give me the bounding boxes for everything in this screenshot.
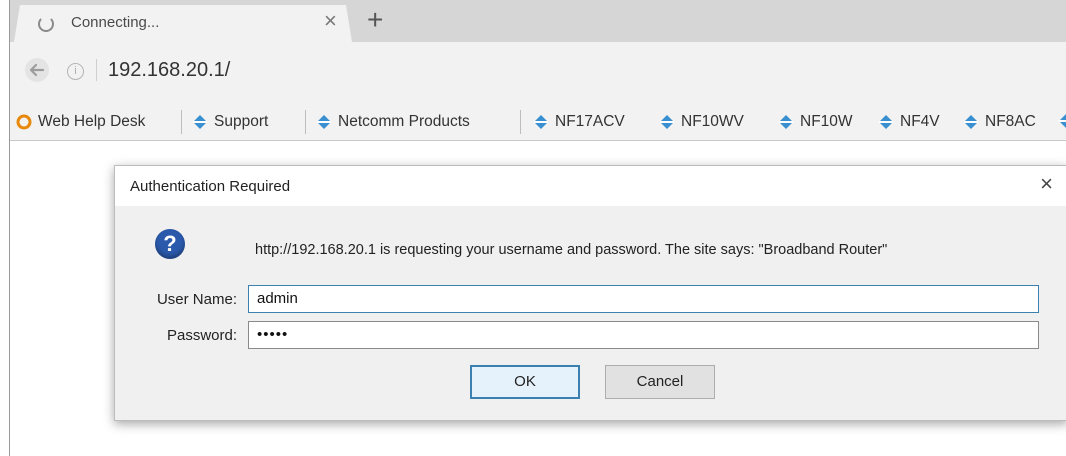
dialog-message: http://192.168.20.1 is requesting your u… [255, 242, 888, 258]
netcomm-icon [193, 115, 207, 129]
bookmark-label: NF8AC [985, 113, 1036, 130]
ok-button[interactable]: OK [470, 365, 580, 399]
password-field[interactable]: ••••• [248, 321, 1039, 349]
netcomm-icon [879, 115, 893, 129]
bookmark-netcomm-products[interactable]: Netcomm Products [316, 111, 470, 133]
dialog-title: Authentication Required [130, 178, 291, 195]
username-field[interactable]: admin [248, 285, 1039, 313]
bookmark-support[interactable]: Support [192, 111, 268, 133]
bookmark-separator [181, 110, 182, 134]
netcomm-icon [534, 115, 548, 129]
auth-dialog: Authentication Required × ? http://192.1… [114, 165, 1066, 421]
question-icon: ? [155, 229, 185, 259]
bookmark-nf4v[interactable]: NF4V [878, 111, 940, 133]
orange-ring-icon [16, 114, 32, 130]
bookmark-label: NF4V [900, 113, 940, 130]
tab-title: Connecting... [71, 14, 160, 31]
tab-strip: Connecting... × + [10, 0, 1066, 42]
bookmarks-bar: Web Help Desk Support Netcomm Products N… [10, 102, 1066, 141]
dialog-close-icon[interactable]: × [1040, 173, 1053, 195]
tab-active[interactable]: Connecting... × [14, 5, 352, 42]
bookmark-label: NF10WV [681, 113, 744, 130]
info-icon[interactable]: i [67, 63, 84, 80]
username-label: User Name: [156, 291, 237, 308]
bookmark-separator [305, 110, 306, 134]
url-separator [96, 59, 97, 81]
bookmark-nf10wv[interactable]: NF10WV [659, 111, 744, 133]
bookmark-web-help-desk[interactable]: Web Help Desk [16, 111, 145, 133]
tab-close-icon[interactable]: × [324, 10, 337, 32]
bookmark-nf10w[interactable]: NF10W [778, 111, 853, 133]
bookmark-label: Web Help Desk [38, 113, 146, 130]
address-toolbar: i 192.168.20.1/ [10, 42, 1066, 102]
bookmark-label: NF17ACV [555, 113, 625, 130]
bookmark-nf17acv[interactable]: NF17ACV [533, 111, 625, 133]
dialog-header: Authentication Required × [115, 166, 1066, 206]
netcomm-icon [964, 115, 978, 129]
bookmark-label: Support [214, 113, 269, 130]
new-tab-button[interactable]: + [367, 6, 383, 34]
password-label: Password: [166, 327, 237, 344]
netcomm-icon[interactable] [1058, 113, 1066, 129]
back-arrow-icon[interactable] [24, 57, 50, 83]
loading-spinner-icon [38, 16, 54, 32]
netcomm-icon [779, 115, 793, 129]
bookmark-separator [520, 110, 521, 134]
browser-window: Connecting... × + i 192.168.20.1/ Web He… [9, 0, 1066, 456]
netcomm-icon [660, 115, 674, 129]
bookmark-nf8ac[interactable]: NF8AC [963, 111, 1036, 133]
bookmark-label: Netcomm Products [338, 113, 470, 130]
url-text[interactable]: 192.168.20.1/ [108, 59, 230, 82]
cancel-button[interactable]: Cancel [605, 365, 715, 399]
netcomm-icon [317, 115, 331, 129]
bookmark-label: NF10W [800, 113, 853, 130]
